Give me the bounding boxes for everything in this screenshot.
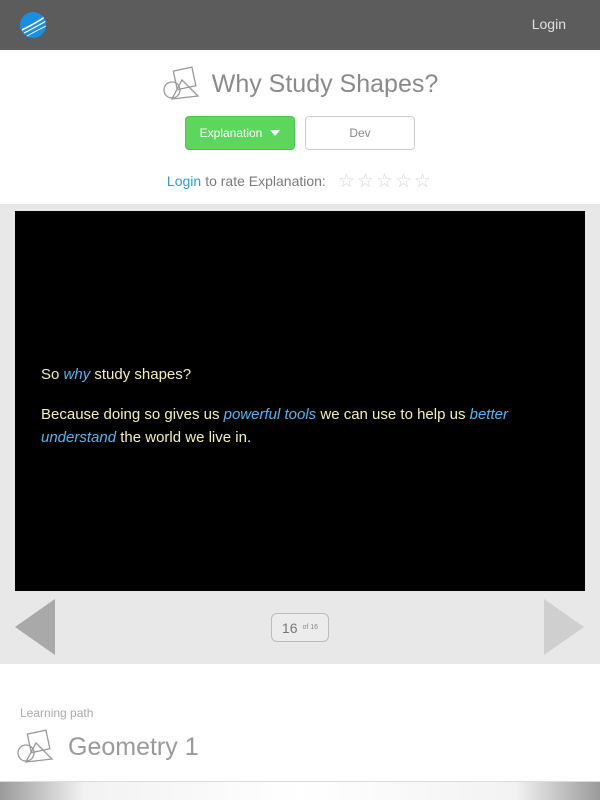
slide-line-1: So why study shapes? (41, 366, 192, 383)
next-slide-arrow-icon[interactable] (544, 599, 584, 655)
login-link[interactable]: Login (532, 16, 566, 32)
star-icon[interactable]: ☆ (376, 172, 393, 191)
star-icon[interactable]: ☆ (414, 172, 431, 191)
explanation-dropdown-button[interactable]: Explanation (185, 116, 295, 150)
dev-button[interactable]: Dev (305, 116, 415, 150)
pager-total: of 16 (302, 624, 319, 631)
lesson-header: Why Study Shapes? Explanation Dev Login … (0, 50, 600, 204)
learning-path-label: Learning path (20, 706, 94, 720)
globe-swoosh-icon[interactable] (20, 12, 46, 38)
rate-label: to rate Explanation: (205, 173, 326, 189)
shapes-icon (163, 66, 200, 100)
slide-pager[interactable]: 16 of 16 (271, 613, 329, 642)
learning-path-link[interactable]: Geometry 1 (16, 728, 199, 766)
rate-login-link[interactable]: Login (167, 173, 201, 189)
star-rating: ☆ ☆ ☆ ☆ ☆ (338, 172, 433, 191)
view-toggle: Explanation Dev (185, 116, 415, 150)
star-icon[interactable]: ☆ (357, 172, 374, 191)
slide-line-2: Because doing so gives us powerful tools… (41, 406, 508, 446)
rating-row: Login to rate Explanation: ☆ ☆ ☆ ☆ ☆ (0, 170, 600, 192)
slide-viewer: So why study shapes? Because doing so gi… (15, 211, 585, 591)
page-title: Why Study Shapes? (211, 69, 439, 98)
pager-current: 16 (281, 619, 298, 636)
top-nav-bar: Login (0, 0, 600, 50)
bottom-bar (0, 781, 600, 800)
shapes-icon (17, 729, 54, 763)
explanation-button-label: Explanation (199, 126, 263, 140)
caret-down-icon (270, 130, 281, 136)
star-icon[interactable]: ☆ (338, 172, 355, 191)
slide-text: So why study shapes? Because doing so gi… (41, 363, 561, 466)
previous-slide-arrow-icon[interactable] (15, 599, 55, 655)
learning-path-title: Geometry 1 (68, 732, 199, 761)
star-icon[interactable]: ☆ (395, 172, 412, 191)
title-row: Why Study Shapes? (0, 64, 600, 104)
